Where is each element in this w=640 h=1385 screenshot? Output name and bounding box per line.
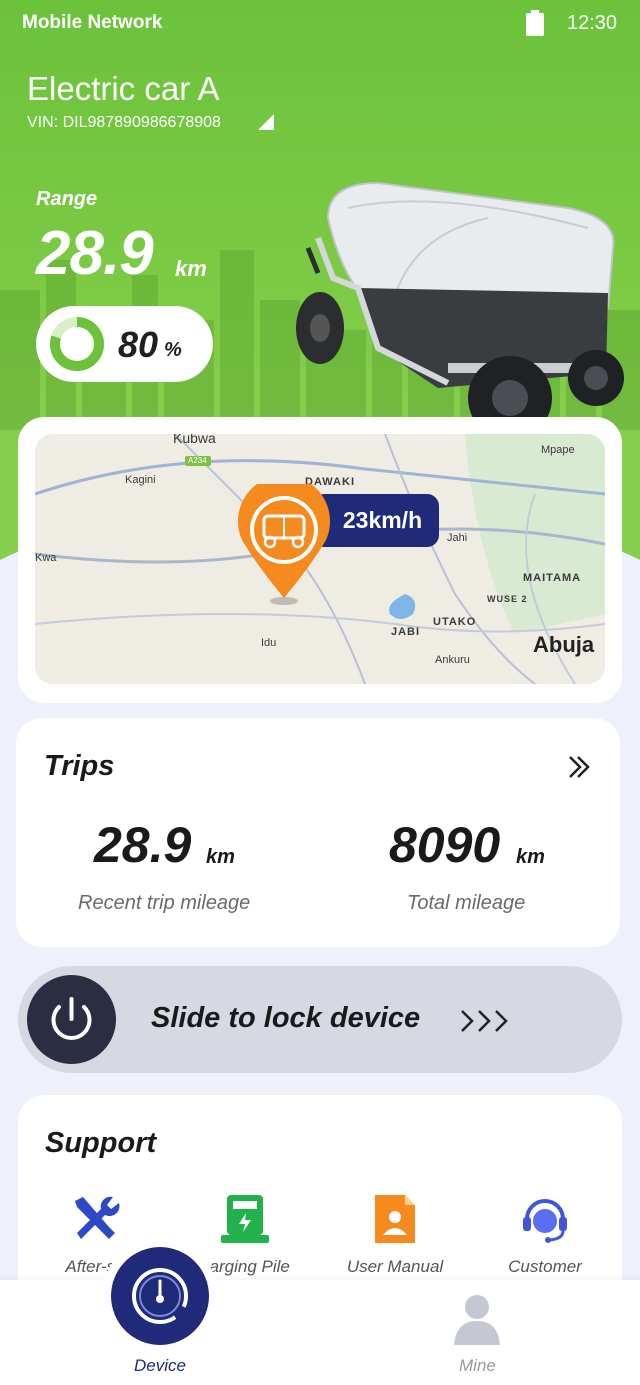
trips-title: Trips xyxy=(44,750,115,782)
total-mileage-unit: km xyxy=(516,846,545,868)
tricycle-location-pin-icon[interactable] xyxy=(236,484,332,606)
support-item-label: User Manual xyxy=(346,1257,444,1276)
slider-label: Slide to lock device xyxy=(151,1002,421,1034)
map-label: A234 xyxy=(188,456,207,465)
recent-trip-unit: km xyxy=(206,846,235,868)
customer-service-icon xyxy=(523,1199,567,1243)
vehicle-name[interactable]: Electric car A xyxy=(27,70,220,108)
slide-to-lock-slider[interactable]: Slide to lock device xyxy=(18,966,622,1073)
map-label: Kubwa xyxy=(173,434,216,446)
trips-card[interactable]: Trips 28.9 km Recent trip mileage 8090 k… xyxy=(16,718,620,947)
map-label: WUSE 2 xyxy=(487,594,528,604)
charging-pile-icon xyxy=(221,1195,269,1243)
map-label: Ankuru xyxy=(435,654,470,666)
support-item-label: Customer xyxy=(508,1257,582,1276)
slider-knob[interactable] xyxy=(27,975,116,1064)
map-label: Abuja xyxy=(533,632,595,657)
vehicle-vin: VIN: DIL987890986678908 xyxy=(27,114,221,131)
battery-percent-unit: % xyxy=(164,339,182,361)
map-label: Kwa xyxy=(35,552,57,564)
clock: 12:30 xyxy=(567,12,618,34)
total-mileage-value: 8090 xyxy=(389,817,501,873)
battery-percent: 80 xyxy=(118,324,159,365)
support-item-user-manual[interactable]: User Manual xyxy=(320,1193,470,1277)
status-bar: Mobile Network 12:30 xyxy=(0,0,640,46)
range-unit: km xyxy=(175,256,207,281)
network-label: Mobile Network xyxy=(22,12,163,33)
recent-trip-value: 28.9 xyxy=(94,817,192,873)
person-icon[interactable] xyxy=(452,1293,502,1345)
tab-mine-label[interactable]: Mine xyxy=(459,1356,496,1376)
map-label: Mpape xyxy=(541,444,575,456)
tab-device[interactable] xyxy=(111,1247,209,1345)
battery-full-icon xyxy=(526,10,544,36)
tricycle-vehicle-image xyxy=(296,181,624,440)
support-item-customer-service[interactable]: Customer xyxy=(470,1193,620,1277)
battery-level-pill: 80 % xyxy=(36,306,213,382)
tools-icon xyxy=(75,1196,120,1239)
recent-trip-label: Recent trip mileage xyxy=(78,892,251,914)
support-title: Support xyxy=(45,1127,157,1159)
user-manual-icon xyxy=(375,1195,415,1243)
double-chevron-right-icon[interactable] xyxy=(564,752,594,782)
power-icon xyxy=(51,997,92,1040)
map-label: Kagini xyxy=(125,474,156,486)
map-label: Jahi xyxy=(447,532,468,544)
battery-ring-icon xyxy=(50,317,104,371)
tab-device-label[interactable]: Device xyxy=(134,1356,186,1376)
speedometer-icon xyxy=(132,1268,188,1324)
map-label: UTAKO xyxy=(433,616,477,628)
range-value: 28.9 xyxy=(36,219,154,288)
bottom-navigation xyxy=(0,1280,640,1385)
dropdown-corner-icon[interactable] xyxy=(258,114,274,130)
map-label: JABI xyxy=(391,626,421,638)
map-label: MAITAMA xyxy=(523,572,582,584)
map-label: Idu xyxy=(261,637,277,649)
triple-chevron-right-icon xyxy=(461,1010,508,1032)
total-mileage-label: Total mileage xyxy=(407,892,526,914)
range-label: Range xyxy=(36,188,98,210)
